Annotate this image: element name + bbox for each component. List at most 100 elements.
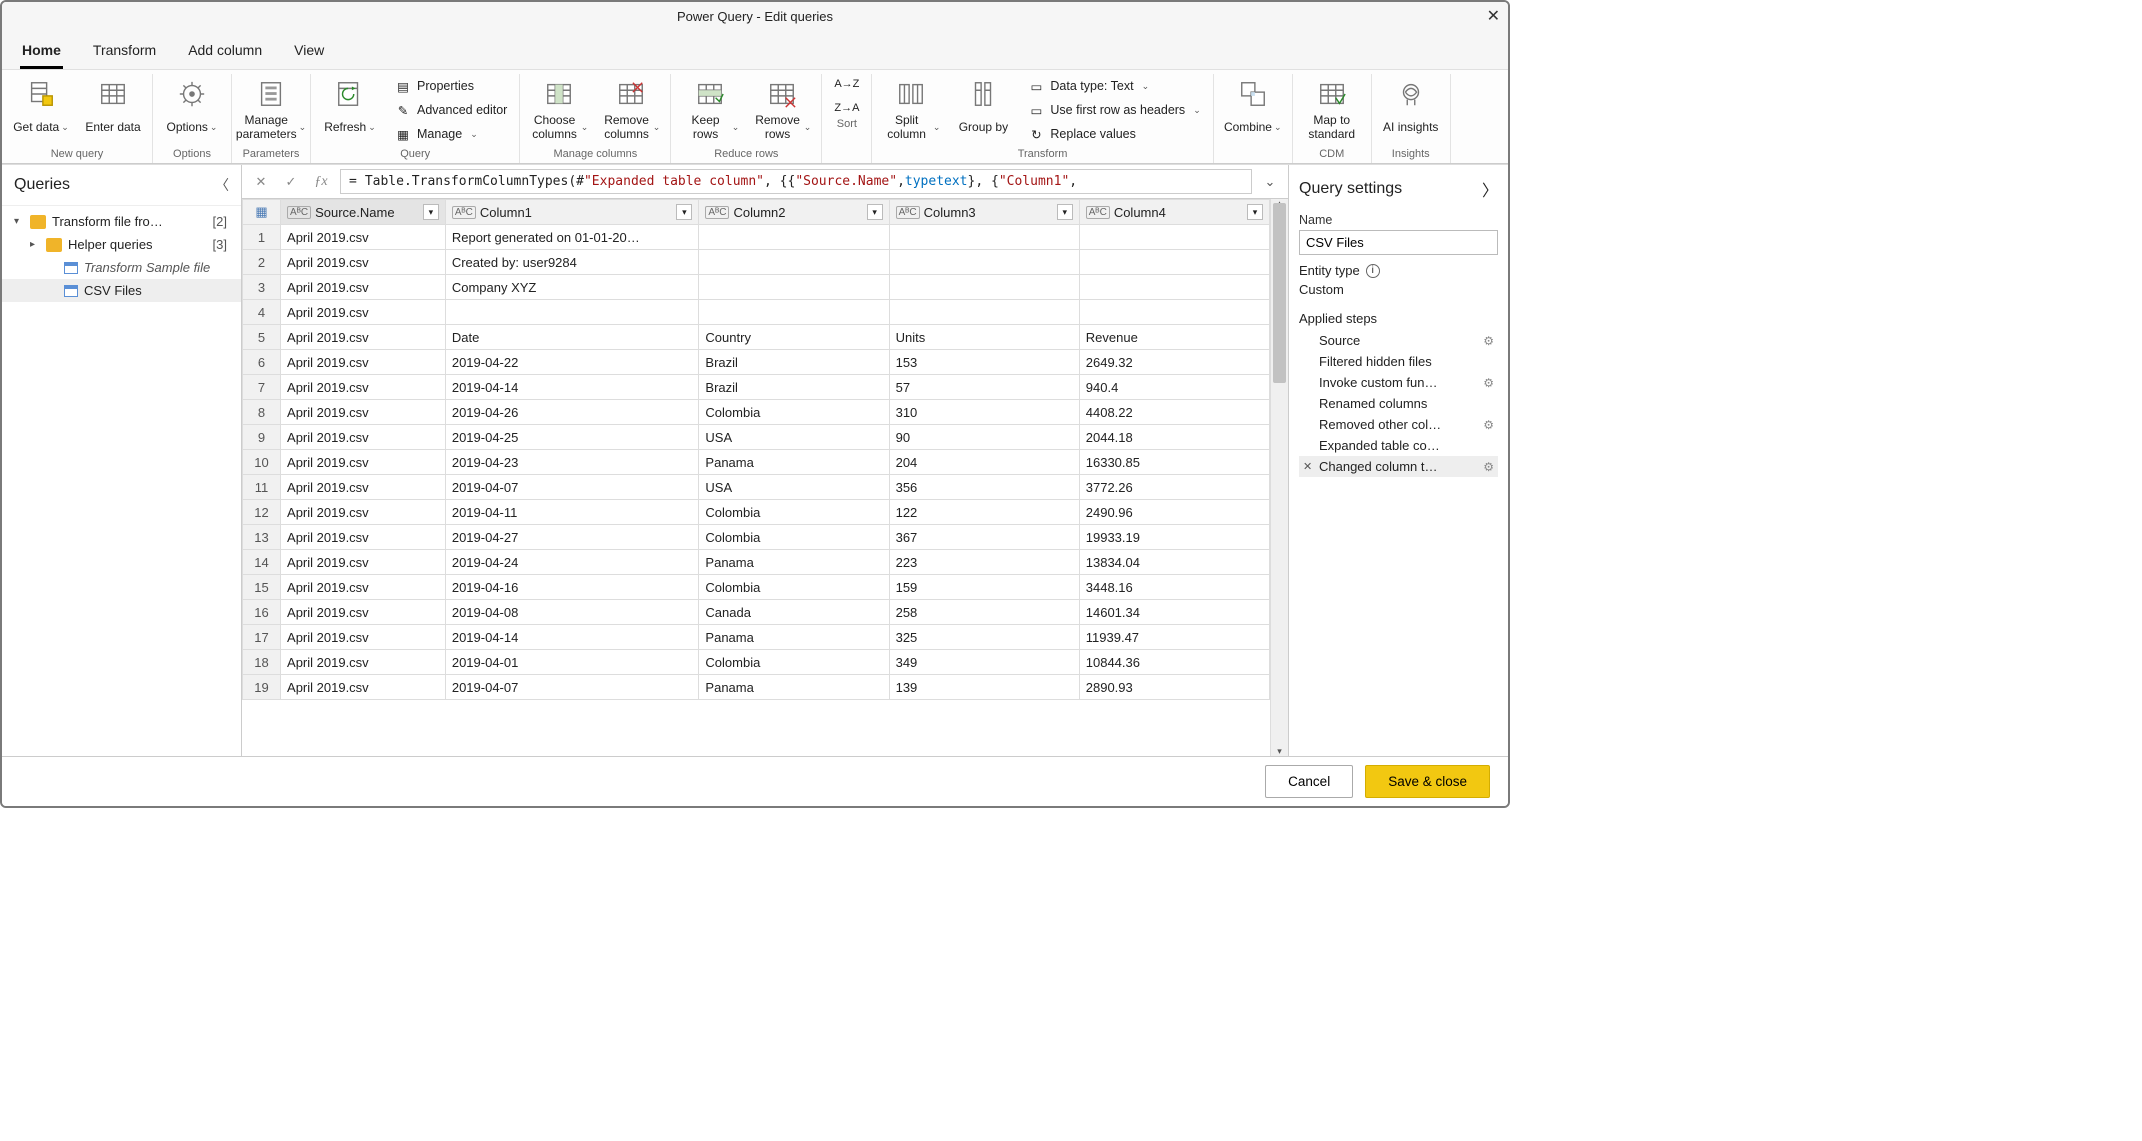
gear-icon[interactable]: ⚙ [1483,418,1494,432]
gear-icon[interactable]: ⚙ [1483,334,1494,348]
keep-rows-button[interactable]: Keep rows ⌄ [679,74,741,146]
table-row[interactable]: 2April 2019.csvCreated by: user9284 [243,250,1270,275]
use-first-row-as-headers-button[interactable]: ▭Use first row as headers⌄ [1024,100,1204,120]
removerows-icon [766,78,798,110]
folder-icon [30,215,46,229]
column-header-column1[interactable]: AᴮCColumn1▾ [445,200,699,225]
tab-view[interactable]: View [292,36,326,69]
table-row[interactable]: 15April 2019.csv2019-04-16Colombia159344… [243,575,1270,600]
table-row[interactable]: 13April 2019.csv2019-04-27Colombia367199… [243,525,1270,550]
table-row[interactable]: 8April 2019.csv2019-04-26Colombia3104408… [243,400,1270,425]
query-item-helper-queries[interactable]: ▸Helper queries[3] [2,233,241,256]
table-row[interactable]: 14April 2019.csv2019-04-24Panama22313834… [243,550,1270,575]
ai-insights-button[interactable]: AI insights [1380,74,1442,146]
tab-add-column[interactable]: Add column [186,36,264,69]
column-filter-icon[interactable]: ▾ [676,204,692,220]
column-header-column4[interactable]: AᴮCColumn4▾ [1079,200,1269,225]
applied-step-invoke-custom-fun-[interactable]: Invoke custom fun…⚙ [1299,372,1498,393]
query-name-input[interactable] [1299,230,1498,255]
split-column-button[interactable]: Split column ⌄ [880,74,942,146]
tab-transform[interactable]: Transform [91,36,158,69]
cancel-button[interactable]: Cancel [1265,765,1353,798]
settings-title: Query settings [1299,180,1402,198]
table-row[interactable]: 18April 2019.csv2019-04-01Colombia349108… [243,650,1270,675]
table-row[interactable]: 6April 2019.csv2019-04-22Brazil1532649.3… [243,350,1270,375]
column-filter-icon[interactable]: ▾ [423,204,439,220]
table-row[interactable]: 10April 2019.csv2019-04-23Panama20416330… [243,450,1270,475]
table-row[interactable]: 9April 2019.csv2019-04-25USA902044.18 [243,425,1270,450]
applied-step-renamed-columns[interactable]: Renamed columns [1299,393,1498,414]
refresh-button[interactable]: Refresh ⌄ [319,74,381,146]
entity-type-label: Entity type [1299,263,1360,278]
save-close-button[interactable]: Save & close [1365,765,1490,798]
collapse-icon[interactable]: 〈 [215,175,229,195]
applied-steps-label: Applied steps [1299,311,1498,326]
column-filter-icon[interactable]: ▾ [867,204,883,220]
data-type-text-button[interactable]: ▭Data type: Text⌄ [1024,76,1204,96]
expand-icon[interactable]: 〉 [1482,177,1498,201]
map-to-standard-button[interactable]: Map to standard [1301,74,1363,146]
ribbon-tabs: Home Transform Add column View [2,30,1508,70]
enter-data-button[interactable]: Enter data [82,74,144,146]
remove-columns-button[interactable]: Remove columns ⌄ [600,74,662,146]
table-row[interactable]: 1April 2019.csvReport generated on 01-01… [243,225,1270,250]
get-data-button[interactable]: Get data ⌄ [10,74,72,146]
advanced-editor-button[interactable]: ✎Advanced editor [391,100,511,120]
formula-input[interactable]: = Table.TransformColumnTypes(#"Expanded … [340,169,1252,194]
vertical-scrollbar[interactable]: ▴ ▾ [1270,199,1288,756]
column-filter-icon[interactable]: ▾ [1057,204,1073,220]
group-by-button[interactable]: Group by [952,74,1014,146]
combine-icon [1237,78,1269,110]
sort-desc-button[interactable]: Z→A [830,100,863,116]
table-row[interactable]: 7April 2019.csv2019-04-14Brazil57940.4 [243,375,1270,400]
query-item-csv-files[interactable]: CSV Files [2,279,241,302]
applied-step-expanded-table-co-[interactable]: Expanded table co… [1299,435,1498,456]
keeprows-icon [694,78,726,110]
table-row[interactable]: 5April 2019.csvDateCountryUnitsRevenue [243,325,1270,350]
fx-icon[interactable]: ƒx [310,171,332,193]
close-icon[interactable]: ✕ [1487,6,1500,26]
options-button[interactable]: Options ⌄ [161,74,223,146]
column-filter-icon[interactable]: ▾ [1247,204,1263,220]
formula-cancel-icon[interactable]: ✕ [250,171,272,193]
manage-button[interactable]: ▦Manage⌄ [391,124,511,144]
table-row[interactable]: 12April 2019.csv2019-04-11Colombia122249… [243,500,1270,525]
formula-expand-icon[interactable]: ⌄ [1260,174,1280,190]
remove-rows-button[interactable]: Remove rows ⌄ [751,74,813,146]
applied-step-filtered-hidden-files[interactable]: Filtered hidden files [1299,351,1498,372]
formula-commit-icon[interactable]: ✓ [280,171,302,193]
table-row[interactable]: 19April 2019.csv2019-04-07Panama1392890.… [243,675,1270,700]
sort-asc-button[interactable]: A→Z [830,76,863,92]
query-item-transform-sample-file[interactable]: Transform Sample file [2,256,241,279]
table-row[interactable]: 3April 2019.csvCompany XYZ [243,275,1270,300]
column-header-column3[interactable]: AᴮCColumn3▾ [889,200,1079,225]
text-type-icon: AᴮC [452,206,476,219]
gear-icon[interactable]: ⚙ [1483,460,1494,474]
query-item-transform-file-fro-[interactable]: ▾Transform file fro…[2] [2,210,241,233]
applied-step-changed-column-t-[interactable]: Changed column t…⚙ [1299,456,1498,477]
table-row[interactable]: 11April 2019.csv2019-04-07USA3563772.26 [243,475,1270,500]
properties-button[interactable]: ▤Properties [391,76,511,96]
ai-icon [1395,78,1427,110]
choose-columns-button[interactable]: Choose columns ⌄ [528,74,590,146]
replace-values-button[interactable]: ↻Replace values [1024,124,1204,144]
combine-button[interactable]: Combine ⌄ [1222,74,1284,146]
tab-home[interactable]: Home [20,36,63,69]
data-grid[interactable]: ▦AᴮCSource.Name▾AᴮCColumn1▾AᴮCColumn2▾Aᴮ… [242,199,1270,756]
column-header-source-name[interactable]: AᴮCSource.Name▾ [281,200,446,225]
window-title: Power Query - Edit queries [677,9,833,24]
column-header-column2[interactable]: AᴮCColumn2▾ [699,200,889,225]
title-bar: Power Query - Edit queries ✕ [2,2,1508,30]
manage-parameters-button[interactable]: Manage parameters ⌄ [240,74,302,146]
table-row[interactable]: 17April 2019.csv2019-04-14Panama32511939… [243,625,1270,650]
applied-step-source[interactable]: Source⚙ [1299,330,1498,351]
queries-title: Queries [14,176,70,194]
info-icon[interactable]: i [1366,264,1380,278]
table-icon[interactable]: ▦ [255,204,267,219]
gear-icon[interactable]: ⚙ [1483,376,1494,390]
removecol-icon [615,78,647,110]
table-row[interactable]: 16April 2019.csv2019-04-08Canada25814601… [243,600,1270,625]
applied-step-removed-other-col-[interactable]: Removed other col…⚙ [1299,414,1498,435]
table-row[interactable]: 4April 2019.csv [243,300,1270,325]
cdm-icon [1316,78,1348,110]
